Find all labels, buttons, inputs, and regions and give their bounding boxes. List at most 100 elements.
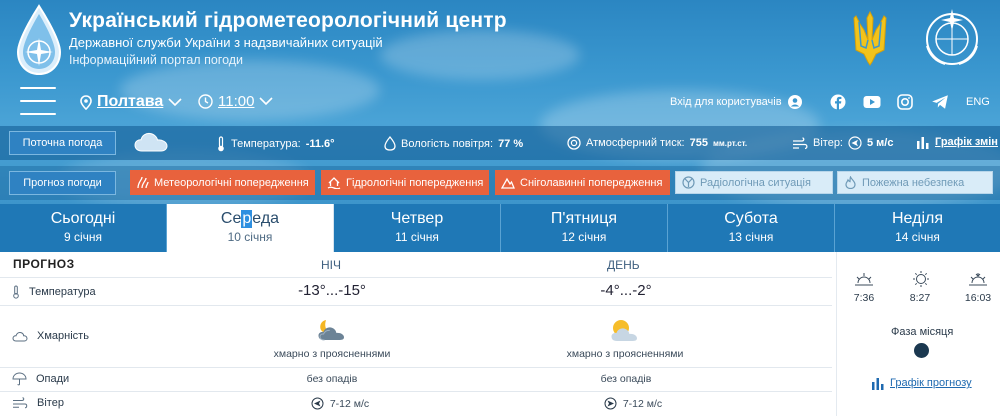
pressure-gauge-icon xyxy=(567,136,581,150)
pressure-value: 755 xyxy=(689,137,708,149)
night-wind: 7-12 м/с xyxy=(305,397,375,410)
sunset-icon xyxy=(969,273,987,286)
wind-value: 5 м/с xyxy=(867,137,894,149)
cloud-icon xyxy=(134,132,168,152)
day-precipitation: без опадів xyxy=(600,373,652,385)
org-title: Український гідрометеорологічний центр xyxy=(69,9,507,32)
changes-chart-link[interactable]: Графік змін xyxy=(916,135,998,149)
night-partly-cloudy-icon xyxy=(318,320,344,341)
fire-danger-button[interactable]: Пожежна небезпека xyxy=(837,171,993,194)
meteorological-warnings-button[interactable]: Метеорологічні попередження xyxy=(130,170,315,195)
warning-label: Сніголавинні попередження xyxy=(520,176,663,189)
warning-label: Пожежна небезпека xyxy=(862,176,965,189)
table-header-row: ПРОГНОЗ НІЧ ДЕНЬ xyxy=(0,252,832,278)
wind-direction-icon xyxy=(848,136,862,150)
tab-wednesday[interactable]: Середа 10 січня xyxy=(167,204,334,252)
day-tabs: Сьогодні 9 січня Середа 10 січня Четвер … xyxy=(0,204,1000,252)
day-cloudiness: хмарно з проясненнями xyxy=(566,348,684,360)
tab-date: 10 січня xyxy=(227,230,273,244)
forecast-chart-label: Графік прогнозу xyxy=(890,377,972,389)
instagram-icon[interactable] xyxy=(896,94,914,110)
thermometer-icon xyxy=(218,136,224,152)
tab-day: Середа xyxy=(167,210,333,228)
city-name: Полтава xyxy=(97,93,164,110)
thermometer-icon xyxy=(13,285,19,299)
row-label-text: Вітер xyxy=(37,397,64,409)
tab-day: Сьогодні xyxy=(50,210,116,227)
row-label-text: Опади xyxy=(36,373,70,385)
telegram-icon[interactable] xyxy=(931,94,949,110)
radiation-icon xyxy=(682,176,695,189)
hydrological-warnings-button[interactable]: Гідрологічні попередження xyxy=(321,170,489,195)
current-weather-button[interactable]: Поточна погода xyxy=(9,131,116,155)
flood-icon xyxy=(327,177,341,189)
time-selector[interactable]: 11:00 xyxy=(198,93,274,110)
night-temperature: -13°...-15° xyxy=(298,282,366,299)
changes-chart-label: Графік змін xyxy=(935,136,998,148)
tab-day: П'ятниця xyxy=(550,210,618,227)
tab-saturday[interactable]: Субота 13 січня xyxy=(668,204,835,252)
temperature-label: Температура: xyxy=(231,138,301,150)
moon-phase-label: Фаза місяця xyxy=(891,326,954,338)
menu-button[interactable] xyxy=(20,87,56,117)
current-pressure: Атмосферний тиск: 755 мм.рт.ст. xyxy=(567,136,747,150)
moon-phase-icon xyxy=(914,343,929,358)
city-selector[interactable]: Полтава xyxy=(80,93,182,111)
warning-label: Гідрологічні попередження xyxy=(346,176,484,189)
org-subtitle: Державної служби України з надзвичайних … xyxy=(69,35,383,50)
login-link[interactable]: Вхід для користувачів xyxy=(670,95,802,109)
row-label-text: Хмарність xyxy=(37,330,89,342)
user-icon xyxy=(787,95,802,109)
cloudiness-row-label: Хмарність xyxy=(12,330,89,342)
current-humidity: Вологість повітря: 77 % xyxy=(384,136,523,151)
cloud-outline-icon xyxy=(12,331,28,341)
tab-date: 14 січня xyxy=(895,230,940,244)
cloudiness-row: Хмарність хмарно з проясненнями хмарно з… xyxy=(0,306,832,368)
wind-direction-icon xyxy=(311,397,324,410)
tab-date: 11 січня xyxy=(395,230,439,244)
chevron-down-icon xyxy=(168,97,182,106)
hydromet-logo-icon[interactable] xyxy=(14,4,64,76)
mountain-icon xyxy=(501,177,515,189)
warning-label: Радіологічна ситуація xyxy=(700,176,811,189)
clock-icon xyxy=(198,94,213,109)
forecast-table: ПРОГНОЗ НІЧ ДЕНЬ Температура -13°...-15°… xyxy=(0,252,832,416)
day-wind: 7-12 м/с xyxy=(598,397,668,410)
sunrise-icon xyxy=(855,273,873,286)
avalanche-warnings-button[interactable]: Сніголавинні попередження xyxy=(495,170,670,195)
sun-moon-panel: 7:36 8:27 16:03 Фаза місяця Графік прогн… xyxy=(836,252,1000,416)
wind-icon xyxy=(13,397,28,409)
sunset-time: 16:03 xyxy=(964,292,992,304)
temperature-value: -11.6° xyxy=(305,138,335,150)
radiological-situation-button[interactable]: Радіологічна ситуація xyxy=(675,171,833,194)
youtube-icon[interactable] xyxy=(863,94,881,110)
tab-thursday[interactable]: Четвер 11 січня xyxy=(334,204,501,252)
fire-icon xyxy=(845,176,856,189)
wind-direction-icon xyxy=(604,397,617,410)
wind-label: Вітер: xyxy=(813,137,843,149)
facebook-icon[interactable] xyxy=(829,94,847,110)
tab-day: Субота xyxy=(724,210,778,227)
chevron-down-icon xyxy=(259,97,274,106)
precipitation-row-label: Опади xyxy=(12,372,69,386)
current-temperature: Температура: -11.6° xyxy=(216,136,335,152)
day-partly-cloudy-icon xyxy=(611,320,637,341)
droplet-icon xyxy=(384,136,396,151)
temperature-row-label: Температура xyxy=(12,285,96,299)
tab-today[interactable]: Сьогодні 9 січня xyxy=(0,204,167,252)
bar-chart-icon xyxy=(872,378,884,390)
wind-swirl-icon xyxy=(137,176,149,189)
precipitation-row: Опади без опадів без опадів xyxy=(0,368,832,392)
night-wind-value: 7-12 м/с xyxy=(329,397,370,410)
sunrise-time: 7:36 xyxy=(853,292,875,304)
forecast-chart-link[interactable]: Графік прогнозу xyxy=(871,376,972,390)
tab-day: Четвер xyxy=(390,210,444,227)
day-wind-value: 7-12 м/с xyxy=(622,397,663,410)
forecast-button[interactable]: Прогноз погоди xyxy=(9,171,116,195)
language-switch[interactable]: ENG xyxy=(966,96,990,108)
pressure-label: Атмосферний тиск: xyxy=(586,137,685,149)
tab-sunday[interactable]: Неділя 14 січня xyxy=(835,204,1000,252)
bar-chart-icon xyxy=(917,137,929,149)
tab-friday[interactable]: П'ятниця 12 січня xyxy=(501,204,668,252)
forecast-bar: Прогноз погоди Метеорологічні попереджен… xyxy=(0,166,1000,200)
